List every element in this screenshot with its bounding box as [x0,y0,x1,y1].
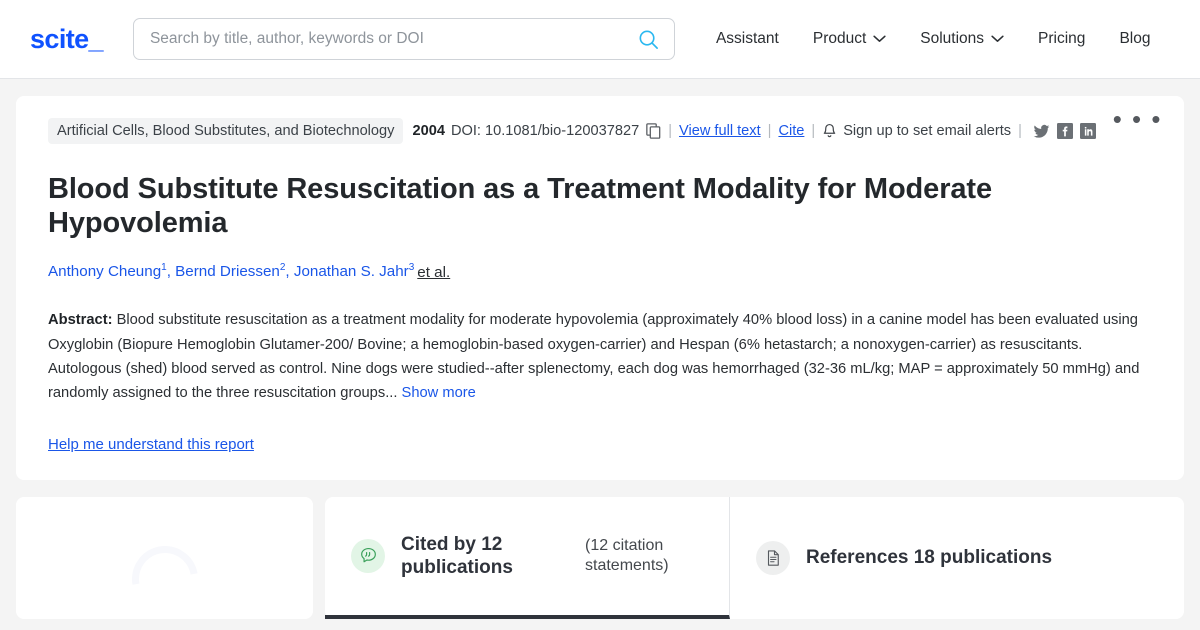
linkedin-icon[interactable] [1079,123,1096,139]
cite-link[interactable]: Cite [778,123,804,139]
sidebar-loading-card [16,496,313,625]
bell-icon [823,123,836,137]
nav-item-blog[interactable]: Blog [1102,22,1156,56]
meta-divider: | [767,123,772,139]
nav-item-pricing[interactable]: Pricing [1021,22,1102,56]
author-link[interactable]: Bernd Driessen [175,264,280,281]
help-understand-report-link[interactable]: Help me understand this report [48,436,254,453]
search-input[interactable] [132,18,675,60]
more-options-button[interactable]: • • • [1113,106,1162,132]
nav-item-solutions[interactable]: Solutions [903,22,1021,56]
loading-spinner [118,532,211,625]
search-button[interactable] [632,22,666,56]
journal-badge[interactable]: Artificial Cells, Blood Substitutes, and… [48,118,404,144]
document-icon [756,540,790,575]
main-nav: Assistant Product Solutions Pricing Blog [699,22,1157,56]
site-header: scite_ Assistant Product Solutions [0,0,1200,79]
meta-divider: | [668,123,672,139]
author-separator: , [285,263,294,281]
publication-year: 2004 [412,123,445,139]
tab-references[interactable]: References 18 publications [730,497,1076,619]
quote-bubble-icon [351,538,385,573]
tab-cited-by-label: Cited by 12 publications [401,533,513,578]
email-alerts-button[interactable]: Sign up to set email alerts [822,123,1011,140]
search-container [132,18,675,60]
nav-item-product[interactable]: Product [796,22,903,56]
et-al-toggle[interactable]: et al. [417,264,450,281]
chevron-down-icon [991,35,1004,43]
tab-cited-by-sublabel: (12 citation statements) [585,536,669,574]
author-separator: , [166,263,176,281]
view-full-text-link[interactable]: View full text [679,123,761,139]
nav-label: Blog [1119,30,1151,47]
tab-cited-by[interactable]: Cited by 12 publications (12 citation st… [325,496,730,619]
scite-logo[interactable]: scite_ [30,25,104,53]
abstract-text: Abstract: Blood substitute resuscitation… [48,308,1152,406]
show-more-button[interactable]: Show more [402,385,476,401]
bottom-section: Cited by 12 publications (12 citation st… [16,496,1184,625]
nav-label: Solutions [920,30,985,47]
publication-tabs: Cited by 12 publications (12 citation st… [325,496,1184,619]
social-share-group [1033,123,1096,140]
copy-icon [646,123,661,139]
page-title: Blood Substitute Resuscitation as a Trea… [48,173,992,240]
author-affiliation: 3 [408,262,415,274]
search-icon [640,30,659,49]
paper-meta-row: Artificial Cells, Blood Substitutes, and… [48,118,1152,144]
authors-list: Anthony Cheung1, Bernd Driessen2, Jonath… [48,261,1152,282]
abstract-label: Abstract: [48,312,113,329]
copy-doi-button[interactable] [639,123,661,139]
abstract-body: Blood substitute resuscitation as a trea… [48,312,1140,402]
doi-label: DOI: 10.1081/bio-120037827 [450,123,640,139]
email-alerts-label: Sign up to set email alerts [843,123,1012,139]
nav-label: Pricing [1038,30,1086,47]
nav-label: Assistant [715,30,779,47]
meta-divider: | [811,123,816,139]
twitter-icon[interactable] [1033,123,1050,140]
tab-references-label: References 18 publications [806,547,1053,569]
nav-label: Product [812,30,867,47]
paper-card: • • • Artificial Cells, Blood Substitute… [16,96,1184,480]
meta-divider: | [1018,123,1022,139]
author-link[interactable]: Jonathan S. Jahr [294,264,409,281]
chevron-down-icon [873,35,886,43]
facebook-icon[interactable] [1056,123,1073,139]
nav-item-assistant[interactable]: Assistant [699,22,796,56]
author-link[interactable]: Anthony Cheung [48,264,161,281]
